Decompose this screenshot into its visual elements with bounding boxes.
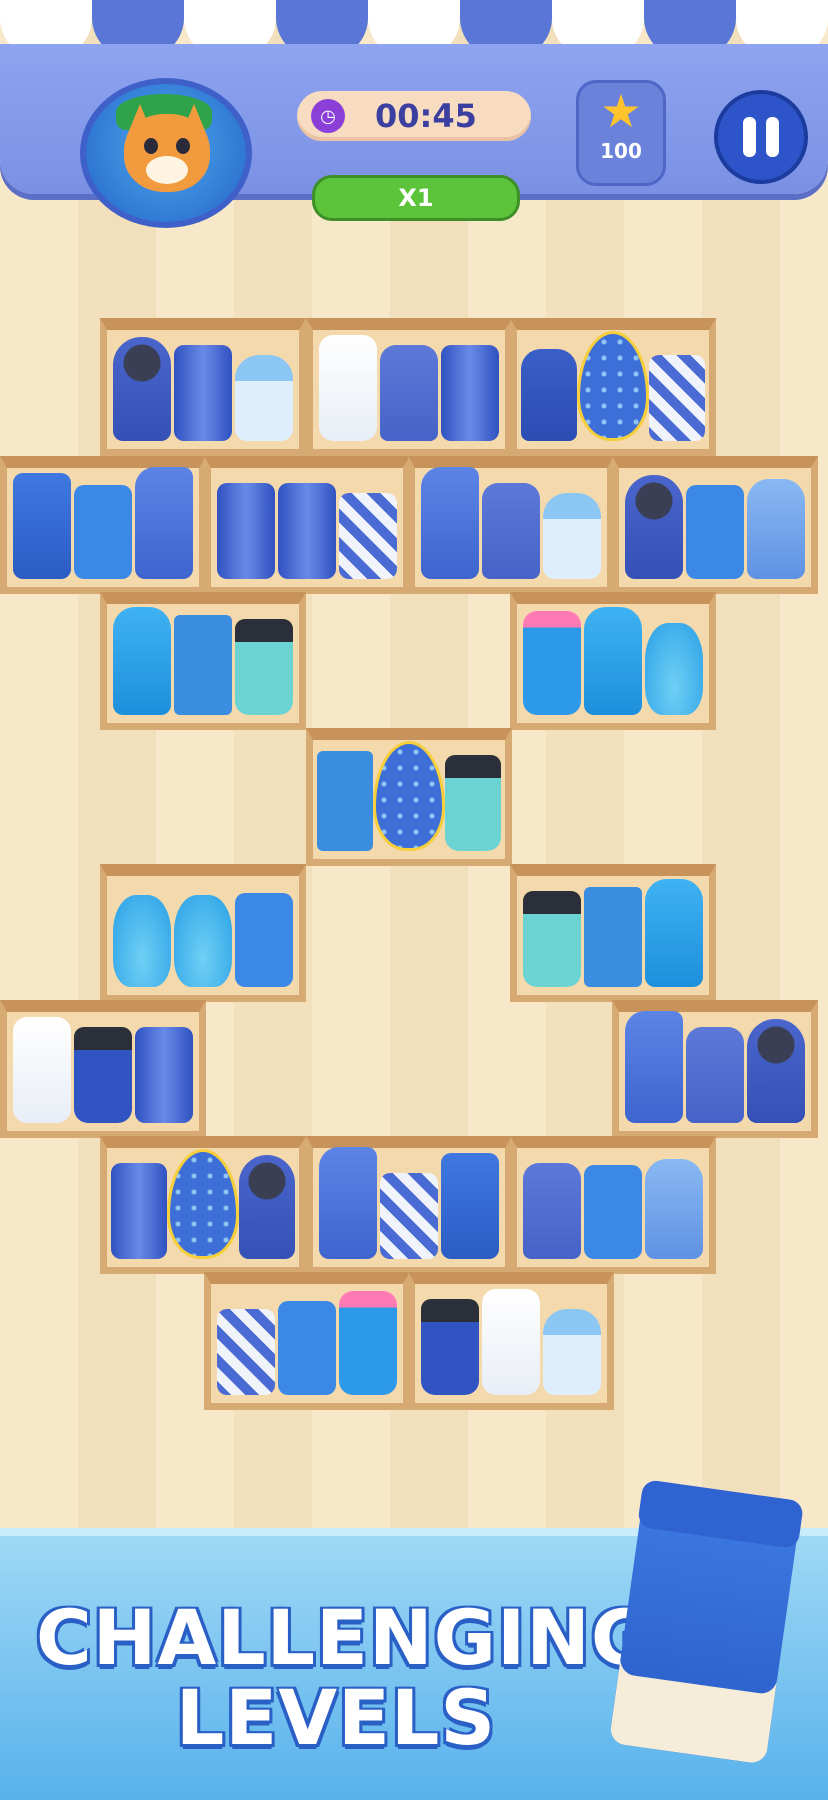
pause-button[interactable]	[714, 90, 808, 184]
shelf	[100, 864, 306, 1002]
item-perfume[interactable]	[645, 623, 704, 715]
item-wbottle[interactable]	[112, 607, 171, 715]
item-swirl[interactable]	[216, 1309, 275, 1395]
shelf	[408, 1272, 614, 1410]
shelf	[306, 728, 512, 866]
item-game[interactable]	[685, 485, 744, 579]
shelf	[612, 456, 818, 594]
item-baby[interactable]	[543, 493, 602, 579]
item-baby[interactable]	[235, 355, 294, 441]
shelf	[510, 592, 716, 730]
item-swirl[interactable]	[339, 493, 398, 579]
shelf	[100, 318, 306, 456]
item-swirl[interactable]	[379, 1173, 438, 1259]
item-cream[interactable]	[318, 335, 377, 441]
star-count: 100	[600, 139, 642, 163]
item-mic[interactable]	[112, 337, 171, 441]
shelf	[408, 456, 614, 594]
banner-line-2: LEVELS	[175, 1673, 497, 1762]
item-game[interactable]	[73, 485, 132, 579]
shelf	[510, 318, 716, 456]
shelf	[100, 1136, 306, 1274]
star-counter[interactable]: ★ 100	[576, 80, 666, 186]
item-swirl[interactable]	[649, 355, 705, 441]
item-tub[interactable]	[12, 473, 71, 579]
item-perfume[interactable]	[112, 895, 171, 987]
item-candle[interactable]	[522, 1163, 581, 1259]
item-mic[interactable]	[239, 1155, 295, 1259]
item-soap[interactable]	[522, 611, 581, 715]
item-can[interactable]	[111, 1163, 167, 1259]
shelf	[306, 1136, 512, 1274]
item-cup[interactable]	[445, 755, 501, 851]
item-tub[interactable]	[441, 1153, 500, 1259]
item-egg[interactable]	[166, 1149, 240, 1259]
cat-face-icon	[124, 104, 210, 192]
item-baby[interactable]	[543, 1309, 602, 1395]
item-can[interactable]	[441, 345, 500, 441]
item-candle[interactable]	[481, 483, 540, 579]
item-wbottle[interactable]	[583, 607, 642, 715]
item-egg[interactable]	[372, 741, 446, 851]
item-can[interactable]	[277, 483, 336, 579]
item-game[interactable]	[277, 1301, 336, 1395]
star-icon: ★	[600, 84, 642, 138]
item-cereal[interactable]	[173, 615, 232, 715]
item-water[interactable]	[645, 1159, 704, 1259]
shelf	[204, 456, 410, 594]
shelf	[306, 318, 512, 456]
item-marker[interactable]	[521, 349, 577, 441]
item-cereal[interactable]	[583, 887, 642, 987]
item-can[interactable]	[135, 1027, 194, 1123]
item-egg[interactable]	[576, 331, 650, 441]
shelf	[0, 1000, 206, 1138]
item-mic[interactable]	[747, 1019, 806, 1123]
item-game[interactable]	[583, 1165, 642, 1259]
pause-icon	[743, 117, 756, 157]
item-candle[interactable]	[379, 345, 438, 441]
shelf	[510, 864, 716, 1002]
shelf	[100, 592, 306, 730]
item-cup-blue[interactable]	[73, 1027, 132, 1123]
timer-pill: ◷ 00:45	[297, 91, 531, 141]
item-cream[interactable]	[481, 1289, 540, 1395]
clock-icon: ◷	[311, 99, 345, 133]
banner-line-1: CHALLENGING	[36, 1593, 655, 1682]
item-wbottle[interactable]	[645, 879, 704, 987]
shelf	[510, 1136, 716, 1274]
shelf	[612, 1000, 818, 1138]
item-can[interactable]	[216, 483, 275, 579]
item-perfume[interactable]	[173, 895, 232, 987]
item-candle[interactable]	[685, 1027, 744, 1123]
shelf	[204, 1272, 410, 1410]
combo-multiplier: X1	[312, 175, 520, 221]
item-cup[interactable]	[522, 891, 581, 987]
item-spray[interactable]	[318, 1147, 377, 1259]
item-spray[interactable]	[624, 1011, 683, 1123]
item-cup[interactable]	[235, 619, 294, 715]
item-cup-blue[interactable]	[420, 1299, 479, 1395]
item-water[interactable]	[747, 479, 806, 579]
item-mic[interactable]	[624, 475, 683, 579]
banner-title: CHALLENGING LEVELS	[36, 1593, 655, 1762]
item-spray[interactable]	[420, 467, 479, 579]
item-game[interactable]	[235, 893, 294, 987]
player-avatar[interactable]	[80, 78, 252, 228]
item-spray[interactable]	[135, 467, 194, 579]
item-can[interactable]	[173, 345, 232, 441]
item-cereal[interactable]	[317, 751, 373, 851]
item-soap[interactable]	[339, 1291, 398, 1395]
item-cream[interactable]	[12, 1017, 71, 1123]
shelf	[0, 456, 206, 594]
timer-value: 00:45	[375, 97, 477, 135]
